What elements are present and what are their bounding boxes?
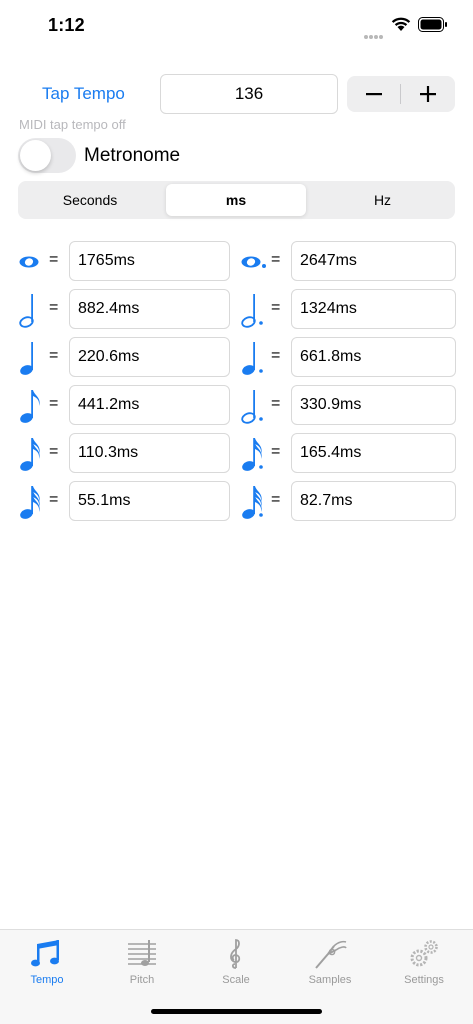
- gears-icon: [410, 940, 438, 967]
- tab-label: Samples: [308, 974, 352, 986]
- duration-value-field[interactable]: 220.6ms: [69, 337, 230, 377]
- tab-settings[interactable]: Settings: [389, 936, 459, 994]
- unit-ms[interactable]: ms: [166, 184, 306, 216]
- duration-row: = 882.4ms: [18, 289, 230, 329]
- thirty-second-note-icon: [20, 486, 40, 519]
- tab-label: Pitch: [129, 974, 155, 986]
- duration-row: = 220.6ms: [18, 337, 230, 377]
- duration-value-field[interactable]: 82.7ms: [291, 481, 456, 521]
- sixteenth-note-icon: [20, 438, 40, 471]
- status-time: 1:12: [48, 15, 85, 35]
- unit-hz[interactable]: Hz: [310, 184, 455, 216]
- duration-value-field[interactable]: 165.4ms: [291, 433, 456, 473]
- duration-value-field[interactable]: 110.3ms: [69, 433, 230, 473]
- notes-icon: [31, 940, 59, 967]
- dotted-thirty-second-note-icon: [242, 486, 263, 519]
- staff-icon: [128, 940, 156, 966]
- quarter-note-icon: [20, 342, 33, 375]
- tab-label: Settings: [404, 974, 444, 986]
- equals-sign: =: [49, 251, 59, 268]
- equals-sign: =: [49, 299, 59, 316]
- half-note-icon: [19, 294, 34, 328]
- tab-tempo[interactable]: Tempo: [12, 936, 82, 994]
- unit-seconds[interactable]: Seconds: [18, 184, 162, 216]
- duration-row: = 165.4ms: [240, 433, 456, 473]
- metronome-toggle[interactable]: [18, 138, 76, 173]
- dotted-half-note-icon: [241, 294, 263, 328]
- dotted-quarter-note-icon: [242, 342, 263, 375]
- equals-sign: =: [49, 347, 59, 364]
- increment-button[interactable]: [401, 76, 455, 112]
- duration-value-field[interactable]: 1765ms: [69, 241, 230, 281]
- equals-sign: =: [49, 443, 59, 460]
- eighth-note-icon: [20, 390, 40, 423]
- equals-sign: =: [271, 491, 281, 508]
- equals-sign: =: [271, 443, 281, 460]
- signal-dots-icon: [364, 26, 386, 39]
- duration-value-field[interactable]: 55.1ms: [69, 481, 230, 521]
- duration-row: = 82.7ms: [240, 481, 456, 521]
- duration-value-field[interactable]: 2647ms: [291, 241, 456, 281]
- duration-row: = 1765ms: [18, 241, 230, 281]
- equals-sign: =: [271, 347, 281, 364]
- battery-icon: [418, 17, 447, 32]
- duration-value-field[interactable]: 661.8ms: [291, 337, 456, 377]
- dotted-half-note-icon: [241, 390, 263, 424]
- whole-note-icon: [19, 256, 39, 268]
- tab-scale[interactable]: Scale: [201, 936, 271, 994]
- duration-row: = 2647ms: [240, 241, 456, 281]
- bpm-stepper: [347, 76, 455, 112]
- decrement-button[interactable]: [347, 76, 401, 112]
- toggle-knob: [20, 140, 51, 171]
- midi-tap-status: MIDI tap tempo off: [19, 117, 126, 132]
- dotted-sixteenth-note-icon: [242, 438, 263, 471]
- duration-value-field[interactable]: 882.4ms: [69, 289, 230, 329]
- duration-value-field[interactable]: 1324ms: [291, 289, 456, 329]
- metronome-label: Metronome: [84, 145, 181, 166]
- duration-value-field[interactable]: 441.2ms: [69, 385, 230, 425]
- tab-label: Tempo: [30, 974, 64, 986]
- equals-sign: =: [271, 395, 281, 412]
- equals-sign: =: [49, 395, 59, 412]
- duration-row: = 661.8ms: [240, 337, 456, 377]
- wifi-icon: [391, 17, 411, 31]
- duration-row: = 1324ms: [240, 289, 456, 329]
- treble-clef-icon: [230, 939, 241, 969]
- unit-selector: Seconds ms Hz: [18, 181, 455, 219]
- home-indicator: [151, 1009, 322, 1014]
- equals-sign: =: [49, 491, 59, 508]
- duration-row: = 110.3ms: [18, 433, 230, 473]
- minus-icon: [366, 93, 382, 96]
- duration-row: = 330.9ms: [240, 385, 456, 425]
- tab-pitch[interactable]: Pitch: [107, 936, 177, 994]
- duration-value-field[interactable]: 330.9ms: [291, 385, 456, 425]
- tab-label: Scale: [222, 974, 250, 986]
- tuning-fork-icon: [315, 940, 347, 969]
- plus-icon: [420, 86, 436, 102]
- tab-samples[interactable]: Samples: [295, 936, 365, 994]
- duration-row: = 441.2ms: [18, 385, 230, 425]
- dotted-whole-note-icon: [241, 256, 266, 268]
- duration-row: = 55.1ms: [18, 481, 230, 521]
- equals-sign: =: [271, 251, 281, 268]
- bpm-field[interactable]: 136: [160, 74, 338, 114]
- equals-sign: =: [271, 299, 281, 316]
- status-bar: 1:12: [0, 0, 473, 54]
- tap-tempo-button[interactable]: Tap Tempo: [42, 84, 125, 104]
